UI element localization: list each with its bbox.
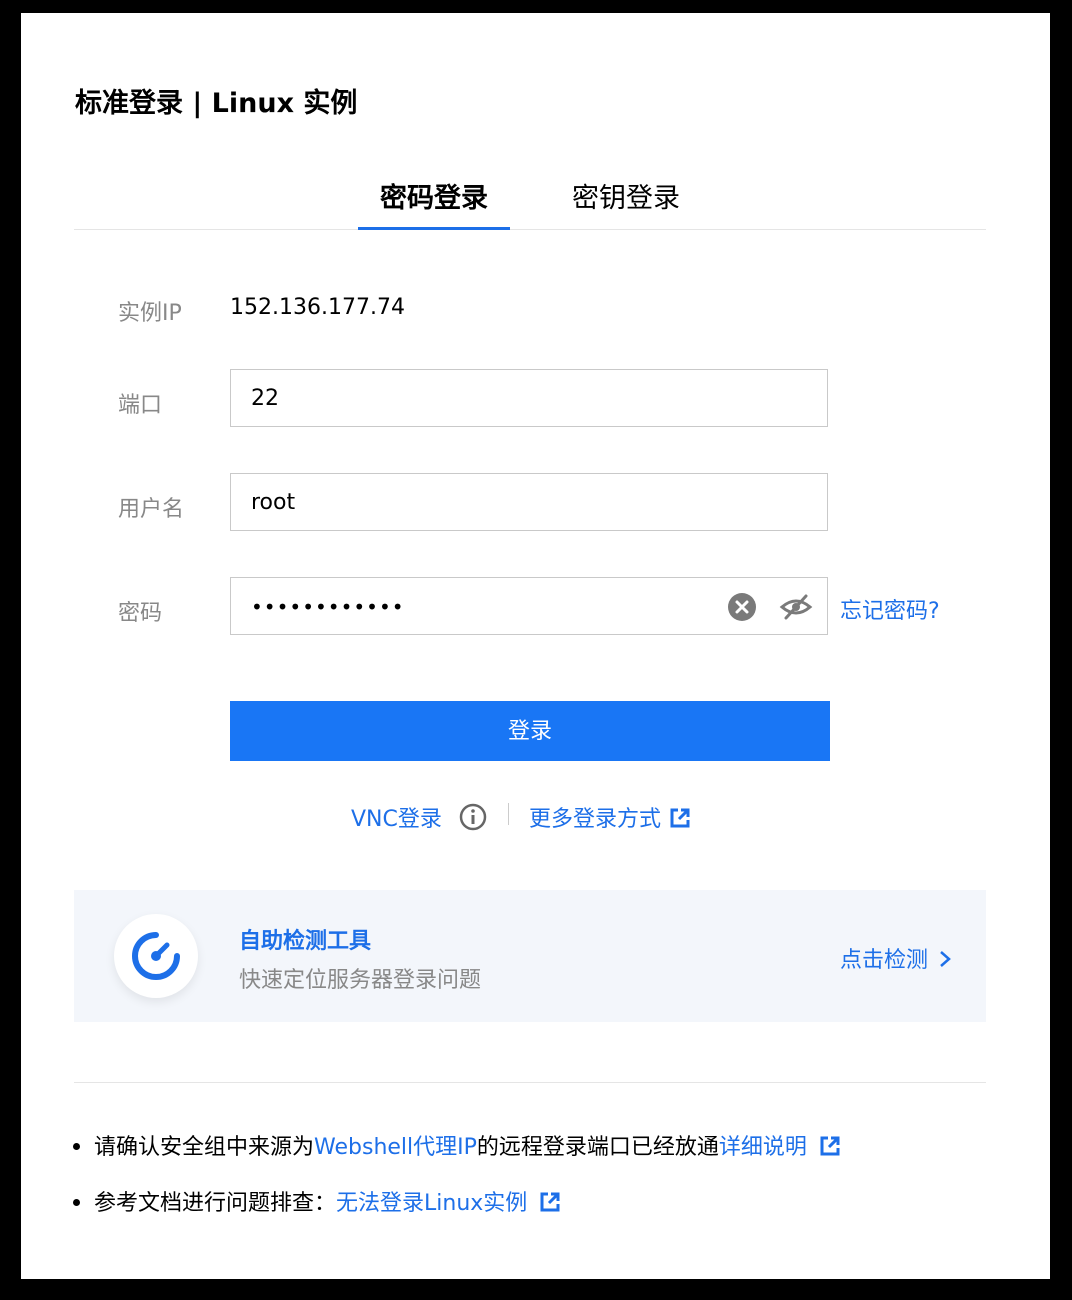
links-divider [508,803,509,825]
password-label: 密码 [118,601,163,626]
cannot-login-linux-link[interactable]: 无法登录Linux实例 [336,1191,561,1216]
chevron-right-icon [940,951,951,967]
eye-off-icon[interactable] [779,592,813,622]
port-value: 22 [251,386,279,411]
forgot-password-link[interactable]: 忘记密码? [840,593,940,625]
login-button[interactable]: 登录 [230,701,830,761]
more-login-methods-link[interactable]: 更多登录方式 [529,801,691,833]
login-tabs: 密码登录 密钥登录 [74,179,986,230]
vnc-login-link[interactable]: VNC登录 [351,801,442,833]
username-input[interactable]: root [230,473,828,531]
tab-key-login[interactable]: 密钥登录 [554,179,698,229]
external-link-icon [820,1136,840,1156]
external-link-icon [540,1192,560,1212]
port-label: 端口 [118,393,163,418]
more-login-methods-label: 更多登录方式 [529,807,662,832]
note-troubleshoot: 参考文档进行问题排查：无法登录Linux实例 [73,1185,561,1217]
tool-subtitle: 快速定位服务器登录问题 [239,968,482,993]
note1-prefix: 请确认安全组中来源为 [94,1135,315,1160]
note2-prefix: 参考文档进行问题排查： [94,1191,337,1216]
note-security-group: 请确认安全组中来源为Webshell代理IP的远程登录端口已经放通详细说明 [73,1129,841,1161]
tool-icon-badge [114,914,198,998]
run-check-link[interactable]: 点击检测 [840,942,952,974]
ip-value: 152.136.177.74 [230,295,405,320]
detail-link[interactable]: 详细说明 [719,1135,841,1160]
password-value: •••••••••••• [251,595,405,619]
bullet [73,1199,80,1206]
password-input[interactable]: •••••••••••• [230,577,828,635]
tab-password-login[interactable]: 密码登录 [358,179,510,230]
username-value: root [251,490,296,515]
cannot-login-linux-label: 无法登录Linux实例 [336,1191,528,1216]
section-divider [74,1082,986,1083]
tool-title: 自助检测工具 [239,929,372,954]
webshell-proxy-ip-link[interactable]: Webshell代理IP [314,1135,477,1160]
port-input[interactable]: 22 [230,369,828,427]
run-check-label: 点击检测 [839,948,928,973]
ip-label: 实例IP [118,301,182,326]
note1-mid: 的远程登录端口已经放通 [476,1135,719,1160]
gauge-icon [132,932,180,980]
username-label: 用户名 [118,497,185,522]
external-link-icon [670,808,690,828]
dialog-title: 标准登录 | Linux 实例 [75,88,358,119]
bullet [73,1143,80,1150]
login-dialog: 标准登录 | Linux 实例 密码登录 密钥登录 实例IP 152.136.1… [21,13,1050,1279]
info-icon[interactable] [458,802,488,832]
clear-icon[interactable] [727,592,757,622]
detail-label: 详细说明 [718,1135,807,1160]
self-check-tool-banner: 自助检测工具 快速定位服务器登录问题 点击检测 [74,890,986,1022]
